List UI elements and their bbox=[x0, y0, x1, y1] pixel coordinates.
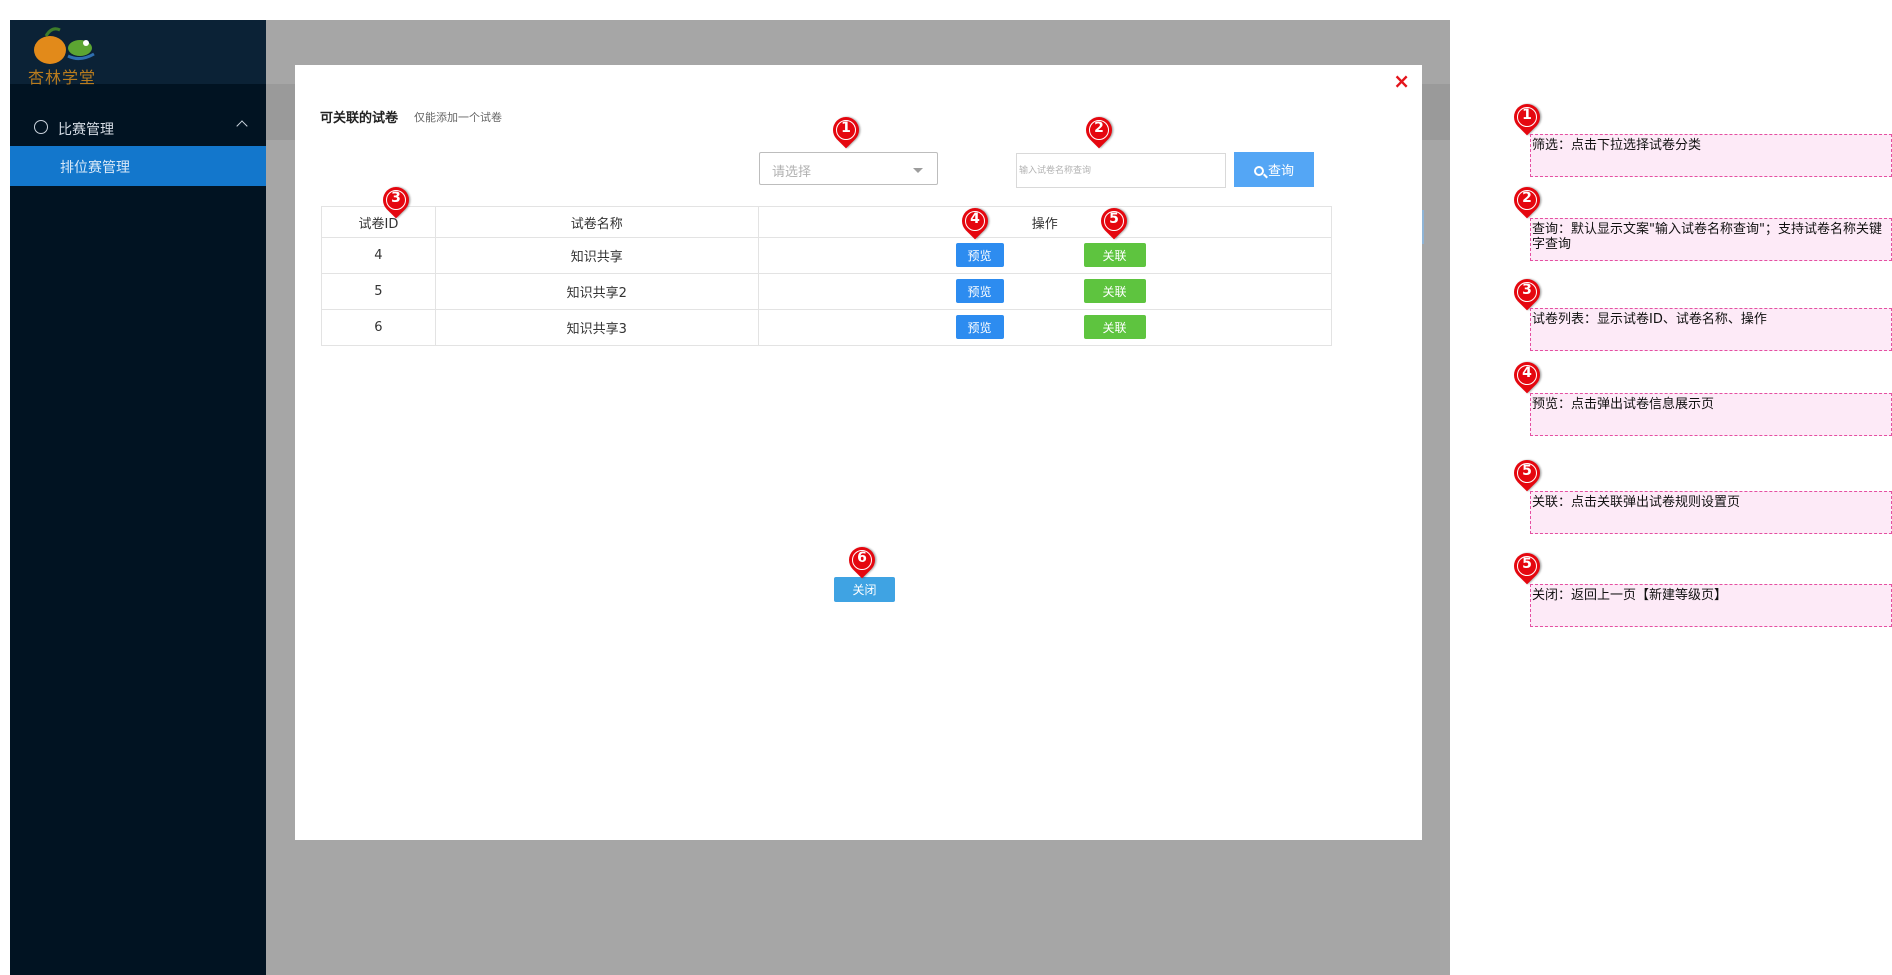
annotation-marker: 2 bbox=[1080, 111, 1118, 149]
sidebar-item-ranking-match[interactable]: 排位赛管理 bbox=[10, 146, 266, 186]
annotation-marker: 5 bbox=[1508, 547, 1546, 585]
close-icon[interactable]: × bbox=[1393, 69, 1410, 93]
link-button[interactable]: 关联 bbox=[1083, 279, 1146, 303]
marker-number: 1 bbox=[841, 120, 851, 136]
logo: 杏林学堂 bbox=[10, 20, 266, 87]
cell-actions: 预览 关联 bbox=[757, 309, 1333, 346]
search-input[interactable] bbox=[1016, 153, 1226, 188]
paper-table: 试卷ID 试卷名称 操作 4 知识共享 预览 关联 5 知识共享2 预览 关联 … bbox=[321, 206, 1333, 346]
column-header-actions: 操作 bbox=[757, 206, 1333, 238]
annotation-note: 试卷列表：显示试卷ID、试卷名称、操作 bbox=[1530, 308, 1892, 351]
annotation-note: 关闭：返回上一页【新建等级页】 bbox=[1530, 584, 1892, 627]
table-row: 5 知识共享2 预览 关联 bbox=[321, 273, 1333, 310]
annotation-marker: 3 bbox=[1508, 273, 1546, 311]
cell-paper-id: 6 bbox=[321, 309, 436, 346]
marker-number: 6 bbox=[857, 550, 867, 566]
marker-number: 1 bbox=[1522, 107, 1532, 123]
chevron-up-icon bbox=[236, 120, 248, 132]
cell-paper-name: 知识共享 bbox=[434, 237, 759, 274]
column-header-id: 试卷ID bbox=[321, 206, 436, 238]
paper-select-modal: × 可关联的试卷 仅能添加一个试卷 请选择 查询 试卷ID 试卷名称 操作 4 … bbox=[295, 65, 1422, 840]
modal-title: 可关联的试卷 bbox=[320, 111, 399, 126]
marker-number: 3 bbox=[1522, 282, 1532, 298]
marker-number: 5 bbox=[1522, 463, 1532, 479]
annotation-note: 筛选：点击下拉选择试卷分类 bbox=[1530, 134, 1892, 177]
cell-paper-name: 知识共享3 bbox=[434, 309, 759, 346]
dashboard-icon bbox=[34, 120, 48, 134]
annotation-marker: 3 bbox=[377, 181, 415, 219]
preview-button[interactable]: 预览 bbox=[955, 279, 1004, 303]
modal-subtitle: 仅能添加一个试卷 bbox=[414, 111, 502, 124]
marker-number: 3 bbox=[391, 190, 401, 206]
table-row: 6 知识共享3 预览 关联 bbox=[321, 309, 1333, 346]
annotation-marker: 4 bbox=[956, 202, 994, 240]
sidebar-item-label: 排位赛管理 bbox=[60, 160, 130, 176]
link-button[interactable]: 关联 bbox=[1083, 315, 1146, 339]
marker-number: 2 bbox=[1522, 190, 1532, 206]
cell-actions: 预览 关联 bbox=[757, 237, 1333, 274]
sidebar: 杏林学堂 比赛管理 排位赛管理 bbox=[10, 20, 266, 975]
logo-text: 杏林学堂 bbox=[28, 68, 97, 87]
marker-number: 5 bbox=[1109, 211, 1119, 227]
marker-number: 4 bbox=[970, 211, 980, 227]
marker-number: 4 bbox=[1522, 365, 1532, 381]
filter-placeholder: 请选择 bbox=[772, 165, 812, 180]
caret-down-icon bbox=[913, 168, 923, 173]
preview-button[interactable]: 预览 bbox=[955, 243, 1004, 267]
nav-group-competition[interactable]: 比赛管理 bbox=[10, 108, 266, 148]
cell-paper-id: 4 bbox=[321, 237, 436, 274]
close-button[interactable]: 关闭 bbox=[834, 577, 895, 602]
table-header-row: 试卷ID 试卷名称 操作 bbox=[321, 206, 1333, 238]
annotation-marker: 5 bbox=[1095, 202, 1133, 240]
category-filter-select[interactable]: 请选择 bbox=[759, 152, 938, 185]
cell-paper-id: 5 bbox=[321, 273, 436, 310]
annotation-marker: 1 bbox=[827, 111, 865, 149]
column-header-name: 试卷名称 bbox=[434, 206, 759, 238]
annotation-marker: 1 bbox=[1508, 98, 1546, 136]
cell-paper-name: 知识共享2 bbox=[434, 273, 759, 310]
table-row: 4 知识共享 预览 关联 bbox=[321, 237, 1333, 274]
preview-button[interactable]: 预览 bbox=[955, 315, 1004, 339]
annotation-marker: 4 bbox=[1508, 356, 1546, 394]
annotation-marker: 6 bbox=[843, 541, 881, 579]
nav-group-label: 比赛管理 bbox=[58, 122, 114, 138]
query-button[interactable]: 查询 bbox=[1234, 152, 1314, 187]
annotation-marker: 5 bbox=[1508, 454, 1546, 492]
cell-actions: 预览 关联 bbox=[757, 273, 1333, 310]
query-label: 查询 bbox=[1267, 163, 1294, 178]
marker-number: 2 bbox=[1094, 120, 1104, 136]
link-button[interactable]: 关联 bbox=[1083, 243, 1146, 267]
logo-mark-icon bbox=[34, 27, 95, 64]
annotation-marker: 2 bbox=[1508, 181, 1546, 219]
annotation-note: 查询：默认显示文案"输入试卷名称查询"；支持试卷名称关键字查询 bbox=[1530, 218, 1892, 261]
annotation-note: 预览：点击弹出试卷信息展示页 bbox=[1530, 393, 1892, 436]
marker-number: 5 bbox=[1522, 556, 1532, 572]
annotation-note: 关联：点击关联弹出试卷规则设置页 bbox=[1530, 491, 1892, 534]
search-icon bbox=[1253, 166, 1264, 176]
